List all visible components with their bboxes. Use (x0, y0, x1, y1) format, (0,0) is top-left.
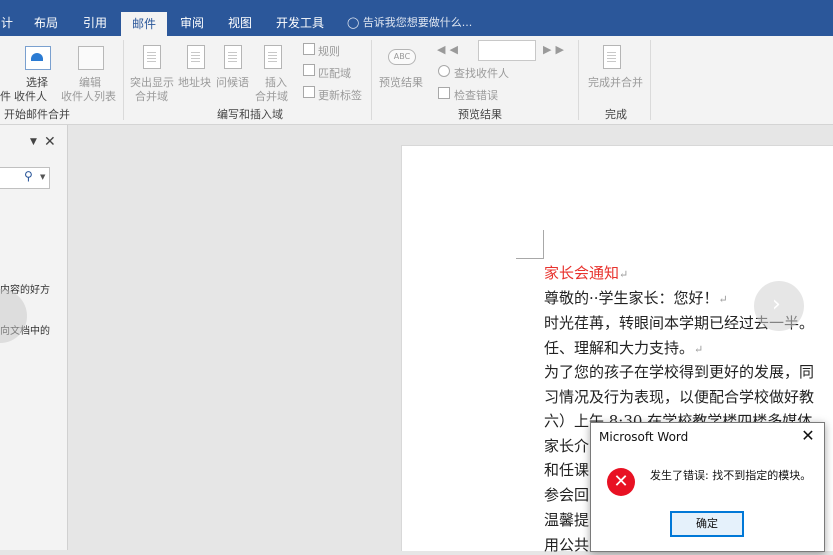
insert-merge-field-button[interactable]: 合并域 (255, 88, 288, 104)
close-icon[interactable]: ✕ (44, 134, 56, 150)
ribbon-tab-bar: 计 布局 引用 邮件 审阅 视图 开发工具 ◯ 告诉我您想要做什么... (0, 8, 833, 36)
rules-icon (303, 43, 315, 55)
check-errors-button[interactable]: 检查错误 (454, 87, 498, 103)
highlight-fields-icon (143, 45, 161, 69)
tab-layout[interactable]: 布局 (25, 8, 67, 36)
match-fields-icon (303, 64, 315, 76)
group-label-write: 编写和插入域 (217, 108, 283, 121)
error-dialog: Microsoft Word ✕ ✕ 发生了错误: 找不到指定的模块。 确定 (590, 422, 825, 552)
group-divider (650, 40, 651, 120)
record-number-input[interactable] (478, 40, 536, 61)
address-block-button[interactable]: 地址块 (178, 74, 211, 90)
tab-references[interactable]: 引用 (73, 8, 117, 36)
insert-merge-field-icon (264, 45, 282, 69)
tab-mailings[interactable]: 邮件 (121, 12, 167, 36)
group-divider (371, 40, 372, 120)
finish-merge-icon (603, 45, 621, 69)
search-input[interactable]: ⚲ ▼ (0, 167, 50, 189)
group-label-finish: 完成 (605, 108, 627, 121)
document-line[interactable]: 参会回 (544, 484, 589, 505)
find-recipient-icon (438, 65, 450, 77)
document-line[interactable]: 温馨提 (544, 509, 589, 530)
tab-review[interactable]: 审阅 (170, 8, 214, 36)
group-label-preview: 预览结果 (458, 108, 502, 121)
tell-me-box[interactable]: ◯ 告诉我您想要做什么... (347, 8, 472, 36)
chevron-down-icon[interactable]: ▼ (40, 173, 45, 181)
edit-recipient-list-button[interactable]: 收件人列表 (61, 88, 116, 104)
document-line[interactable]: 和任课 (544, 459, 589, 480)
error-icon: ✕ (607, 468, 635, 496)
greeting-line-icon (224, 45, 242, 69)
start-merge-partial[interactable]: 件 (0, 88, 11, 104)
update-labels-icon (303, 86, 315, 98)
search-icon[interactable]: ⚲ (24, 169, 33, 183)
group-label-start: 开始邮件合并 (4, 108, 70, 121)
document-line[interactable]: 任、理解和大力支持。↵ (544, 337, 703, 358)
update-labels-button[interactable]: 更新标签 (318, 87, 362, 103)
margin-corner-mark (543, 230, 544, 258)
next-page-button[interactable]: › (754, 281, 804, 331)
select-recipients-icon (25, 46, 51, 70)
ok-button[interactable]: 确定 (670, 511, 744, 537)
preview-results-icon: ABC (388, 49, 416, 65)
address-block-icon (187, 45, 205, 69)
dialog-title: Microsoft Word (599, 430, 689, 444)
dialog-message: 发生了错误: 找不到指定的模块。 (650, 469, 812, 482)
group-divider (123, 40, 124, 120)
tab-developer[interactable]: 开发工具 (268, 8, 332, 36)
preview-results-button[interactable]: 预览结果 (379, 74, 423, 90)
margin-corner-mark (516, 258, 544, 259)
tab-design[interactable]: 计 (0, 8, 14, 36)
title-bar (0, 0, 833, 8)
greeting-line-button[interactable]: 问候语 (216, 74, 249, 90)
recipients-button[interactable]: 收件人 (14, 88, 47, 104)
document-title[interactable]: 家长会通知↵ (544, 262, 628, 283)
tab-view[interactable]: 视图 (218, 8, 262, 36)
check-errors-icon (438, 87, 450, 99)
ribbon: 选择 件 收件人 编辑 收件人列表 开始邮件合并 突出显示 合并域 地址块 问候… (0, 36, 833, 125)
match-fields-button[interactable]: 匹配域 (318, 65, 351, 81)
rules-button[interactable]: 规则 (318, 43, 340, 59)
finish-merge-button[interactable]: 完成并合并 (588, 74, 643, 90)
document-line[interactable]: 习情况及行为表现，以便配合学校做好教 (544, 386, 814, 407)
document-line[interactable]: 尊敬的··学生家长：您好！↵ (544, 287, 728, 308)
document-line[interactable]: 为了您的孩子在学校得到更好的发展，同 (544, 361, 814, 382)
find-recipient-button[interactable]: 查找收件人 (454, 65, 509, 81)
tell-me-text: 告诉我您想要做什么... (362, 16, 473, 29)
first-record-icon[interactable]: ◀◀ (437, 43, 462, 56)
pane-options-icon[interactable]: ▼ (30, 137, 37, 147)
highlight-fields-label-2[interactable]: 合并域 (135, 88, 168, 104)
lightbulb-icon: ◯ (347, 16, 360, 29)
edit-list-icon (78, 46, 104, 70)
document-line[interactable]: 家长介 (544, 435, 589, 456)
chevron-right-icon: › (772, 292, 781, 317)
close-icon[interactable]: ✕ (798, 426, 818, 446)
next-last-record-icon[interactable]: ▶▶ (543, 43, 568, 56)
group-divider (578, 40, 579, 120)
